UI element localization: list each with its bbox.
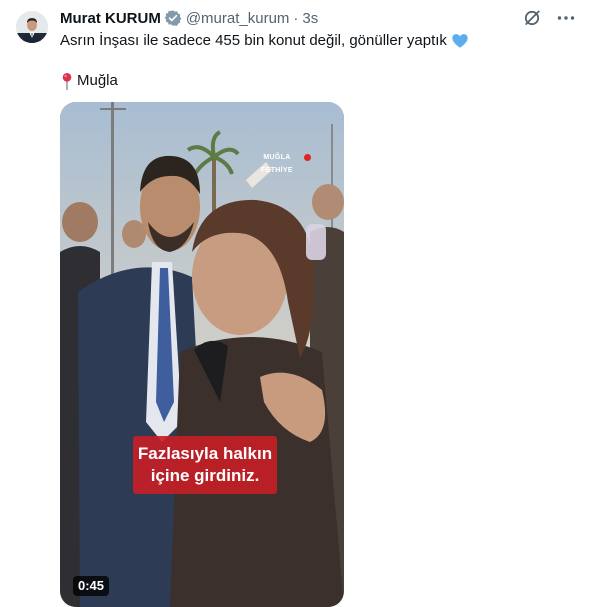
tweet-body: Asrın İnşası ile sadece 455 bin konut de… (60, 32, 447, 49)
tweet[interactable]: Murat KURUM @murat_kurum · 3s Asrın İnşa… (0, 0, 594, 607)
video-caption-line2: içine girdiniz. (150, 466, 260, 485)
video-location-city: MUĞLA (263, 154, 291, 161)
avatar[interactable] (16, 11, 48, 43)
video-duration: 0:45 (73, 576, 110, 596)
round-pushpin-icon (62, 73, 72, 90)
location-dot-icon (304, 154, 311, 161)
video-caption-line1: Fazlasıyla halkın (137, 444, 273, 463)
location-text: Muğla (77, 72, 118, 89)
display-name[interactable]: Murat KURUM (60, 10, 161, 27)
grok-icon[interactable] (522, 8, 542, 28)
handle[interactable]: @murat_kurum (186, 10, 290, 27)
timestamp[interactable]: 3s (302, 10, 318, 27)
blue-heart-icon (452, 34, 468, 48)
video-location-tag: MUĞLA FETHİYE (256, 154, 298, 174)
avatar-image (16, 11, 48, 43)
verified-badge-icon[interactable] (164, 9, 182, 27)
video-thumbnail (60, 102, 344, 607)
tweet-text: Asrın İnşası ile sadece 455 bin konut de… (60, 31, 469, 51)
tweet-header: Murat KURUM @murat_kurum · 3s (60, 8, 318, 28)
video-caption: Fazlasıyla halkın içine girdiniz. (133, 436, 277, 494)
video-location-district: FETHİYE (261, 167, 293, 174)
video-player[interactable]: MUĞLA FETHİYE Fazlasıyla halkın içine gi… (60, 102, 344, 607)
header-actions (522, 8, 576, 28)
location-line: Muğla (60, 71, 118, 91)
separator-dot: · (293, 9, 299, 27)
more-icon[interactable] (556, 8, 576, 28)
